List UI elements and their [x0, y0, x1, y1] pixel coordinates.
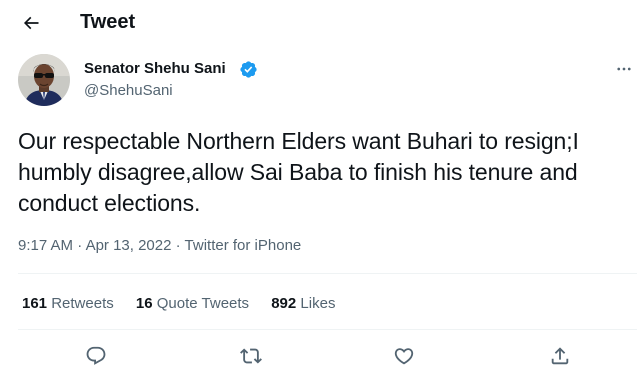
tweet-meta: 9:17 AM · Apr 13, 2022 · Twitter for iPh… — [18, 236, 301, 256]
meta-separator: · — [175, 237, 181, 254]
page-header: Tweet — [0, 0, 637, 46]
more-options-button[interactable] — [611, 56, 637, 82]
divider — [18, 329, 637, 330]
reply-button[interactable] — [82, 342, 110, 370]
retweet-button[interactable] — [237, 342, 265, 370]
avatar-image — [18, 54, 70, 106]
author-handle[interactable]: @ShehuSani — [84, 81, 173, 101]
likes-label: Likes — [300, 295, 336, 312]
quote-tweets-label: Quote Tweets — [156, 295, 250, 312]
share-icon — [551, 347, 569, 365]
avatar[interactable] — [18, 54, 70, 106]
back-button[interactable] — [14, 6, 48, 40]
likes-stat[interactable]: 892 Likes — [271, 294, 335, 314]
tweet-date[interactable]: Apr 13, 2022 — [86, 237, 172, 254]
verified-badge-icon — [240, 61, 257, 78]
likes-count: 892 — [271, 295, 297, 312]
tweet-time[interactable]: 9:17 AM — [18, 237, 73, 254]
reply-icon — [86, 346, 106, 365]
like-icon — [394, 348, 414, 365]
divider — [18, 273, 637, 274]
tweet-stats: 161 Retweets 16 Quote Tweets 892 Likes — [22, 294, 353, 314]
retweet-icon — [240, 348, 262, 364]
like-button[interactable] — [390, 342, 418, 370]
more-horizontal-icon — [617, 67, 631, 71]
share-button[interactable] — [546, 342, 574, 370]
tweet-text: Our respectable Northern Elders want Buh… — [18, 128, 579, 216]
retweets-count: 161 — [22, 295, 48, 312]
tweet-source[interactable]: Twitter for iPhone — [185, 237, 302, 254]
quote-tweets-stat[interactable]: 16 Quote Tweets — [136, 294, 249, 314]
retweets-label: Retweets — [51, 295, 114, 312]
page-title: Tweet — [80, 11, 136, 33]
retweets-stat[interactable]: 161 Retweets — [22, 294, 114, 314]
arrow-left-icon — [23, 16, 39, 30]
quote-tweets-count: 16 — [135, 295, 153, 312]
author-display-name[interactable]: Senator Shehu Sani — [84, 59, 226, 79]
meta-separator: · — [77, 237, 83, 254]
